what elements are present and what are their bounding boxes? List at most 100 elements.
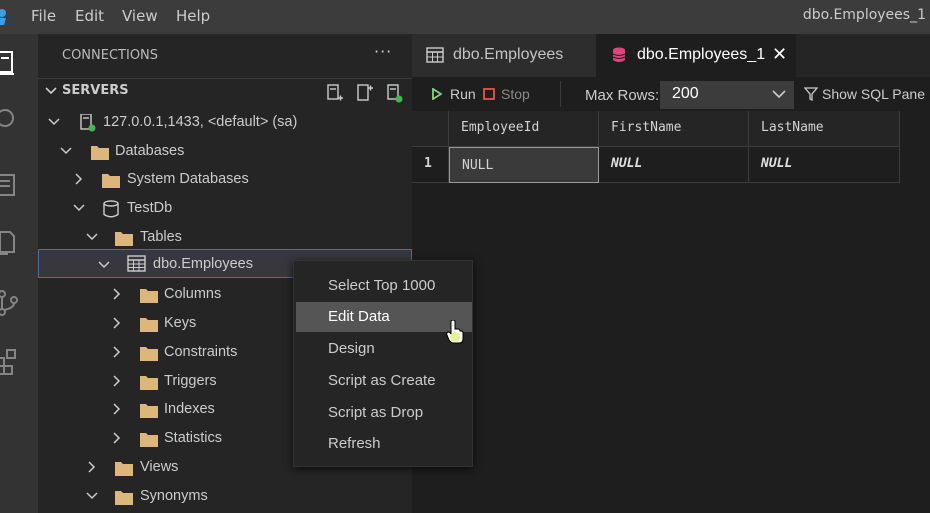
new-server-group-icon[interactable]: [354, 83, 374, 103]
menu-item-label: Design: [328, 340, 375, 357]
tree-item-synonyms[interactable]: Synonyms: [38, 482, 412, 511]
menu-file[interactable]: File: [31, 7, 56, 25]
folder-icon: [140, 289, 158, 303]
menu-item-refresh[interactable]: Refresh: [296, 429, 472, 459]
max-rows-label: Max Rows:: [585, 87, 660, 104]
column-header-label: FirstName: [611, 120, 682, 135]
tab-label: dbo.Employees_1: [637, 46, 766, 63]
show-sql-pane-button[interactable]: Show SQL Pane: [822, 86, 925, 102]
notebook-icon[interactable]: [0, 170, 24, 200]
grid-cell[interactable]: NULL: [599, 147, 749, 183]
close-icon[interactable]: ✕: [772, 44, 787, 65]
chevron-right-icon: [113, 403, 121, 415]
tree-item-label: dbo.Employees: [153, 256, 253, 272]
chevron-right-icon: [75, 173, 83, 185]
more-actions-icon[interactable]: ···: [374, 42, 392, 61]
explorer-icon[interactable]: [0, 226, 24, 256]
menu-item-script-as-drop[interactable]: Script as Drop: [296, 398, 472, 428]
max-rows-select[interactable]: 200: [660, 81, 794, 109]
new-connection-icon[interactable]: [324, 83, 344, 103]
toolbar-separator: [560, 81, 561, 107]
menu-help[interactable]: Help: [176, 7, 210, 25]
hand-cursor-icon: [446, 320, 464, 344]
menu-item-script-as-create[interactable]: Script as Create: [296, 366, 472, 396]
run-icon[interactable]: [432, 88, 442, 100]
tree-item-label: Constraints: [164, 344, 238, 360]
column-header-label: EmployeeId: [461, 120, 540, 135]
menu-item-label: Script as Drop: [328, 404, 424, 421]
chevron-down-icon: [86, 492, 98, 500]
app-logo-icon: [0, 9, 6, 25]
tree-item-label: TestDb: [127, 200, 173, 216]
folder-icon: [102, 174, 120, 188]
grid-cell[interactable]: NULL: [749, 147, 900, 183]
menu-item-label: Refresh: [328, 435, 381, 452]
row-number: 1: [424, 156, 432, 171]
tree-item-label: Statistics: [164, 430, 223, 446]
chevron-right-icon: [113, 375, 121, 387]
editor-toolbar: Run Stop Max Rows: 200 Show SQL Pane: [412, 77, 930, 111]
tab-dbo-employees-1[interactable]: dbo.Employees_1 ✕: [596, 34, 796, 77]
filter-icon[interactable]: [804, 87, 818, 101]
folder-icon: [115, 232, 133, 246]
tab-dbo-employees[interactable]: dbo.Employees: [412, 34, 596, 77]
column-header[interactable]: EmployeeId: [449, 111, 599, 147]
column-header[interactable]: LastName: [749, 111, 900, 147]
tree-item-label: Indexes: [164, 401, 215, 417]
source-control-icon[interactable]: [0, 288, 24, 318]
chevron-right-icon: [88, 461, 96, 473]
folder-icon: [140, 376, 158, 390]
max-rows-value: 200: [672, 85, 699, 102]
tab-bar: dbo.Employees dbo.Employees_1 ✕: [412, 34, 930, 77]
chevron-down-icon: [86, 233, 98, 241]
extensions-icon[interactable]: [0, 346, 24, 376]
menu-item-select-top-1000[interactable]: Select Top 1000: [296, 271, 472, 301]
window-title: dbo.Employees_1: [802, 7, 926, 23]
chevron-right-icon: [113, 288, 121, 300]
row-number-cell: 1: [412, 147, 449, 183]
menu-edit[interactable]: Edit: [75, 7, 104, 25]
servers-section-header[interactable]: SERVERS: [38, 78, 412, 104]
chevron-right-icon: [113, 346, 121, 358]
tree-item-server[interactable]: 127.0.0.1,1433, <default> (sa): [38, 108, 412, 137]
connections-icon[interactable]: [0, 48, 24, 78]
sidebar-title: CONNECTIONS: [62, 48, 159, 63]
tree-item-label: Synonyms: [140, 488, 208, 504]
folder-icon: [115, 462, 133, 476]
editor-area: dbo.Employees dbo.Employees_1 ✕ Run Stop…: [412, 34, 930, 513]
chevron-down-icon: [772, 90, 786, 99]
cell-value: NULL: [462, 158, 494, 173]
grid-cell-edit[interactable]: NULL: [449, 147, 599, 183]
folder-icon: [91, 146, 109, 160]
server-connected-icon: [80, 114, 96, 132]
menu-item-label: Script as Create: [328, 372, 436, 389]
folder-icon: [140, 318, 158, 332]
tree-item-label: Views: [140, 459, 179, 475]
servers-section-title: SERVERS: [62, 83, 129, 98]
folder-icon: [140, 433, 158, 447]
search-icon[interactable]: [0, 106, 24, 136]
tree-item-label: Databases: [115, 143, 185, 159]
stop-icon[interactable]: [483, 88, 495, 100]
tree-item-label: 127.0.0.1,1433, <default> (sa): [103, 114, 298, 130]
stop-button[interactable]: Stop: [501, 86, 530, 102]
run-button[interactable]: Run: [450, 86, 476, 102]
tree-item-databases[interactable]: Databases: [38, 137, 412, 166]
active-connections-icon[interactable]: [384, 83, 404, 103]
cell-value: NULL: [611, 156, 643, 171]
menu-view[interactable]: View: [122, 7, 158, 25]
tree-item-system-databases[interactable]: System Databases: [38, 165, 412, 194]
tree-item-tables[interactable]: Tables: [38, 223, 412, 252]
column-header[interactable]: FirstName: [599, 111, 749, 147]
column-header-label: LastName: [761, 120, 824, 135]
folder-icon: [140, 404, 158, 418]
table-icon: [426, 47, 444, 63]
table-icon: [127, 255, 146, 272]
menu-item-label: Select Top 1000: [328, 277, 436, 294]
tree-item-label: Keys: [164, 315, 197, 331]
database-icon: [103, 200, 119, 218]
tab-label: dbo.Employees: [453, 46, 564, 63]
row-number-header: [412, 111, 449, 147]
tree-item-testdb[interactable]: TestDb: [38, 194, 412, 223]
cell-value: NULL: [761, 156, 793, 171]
